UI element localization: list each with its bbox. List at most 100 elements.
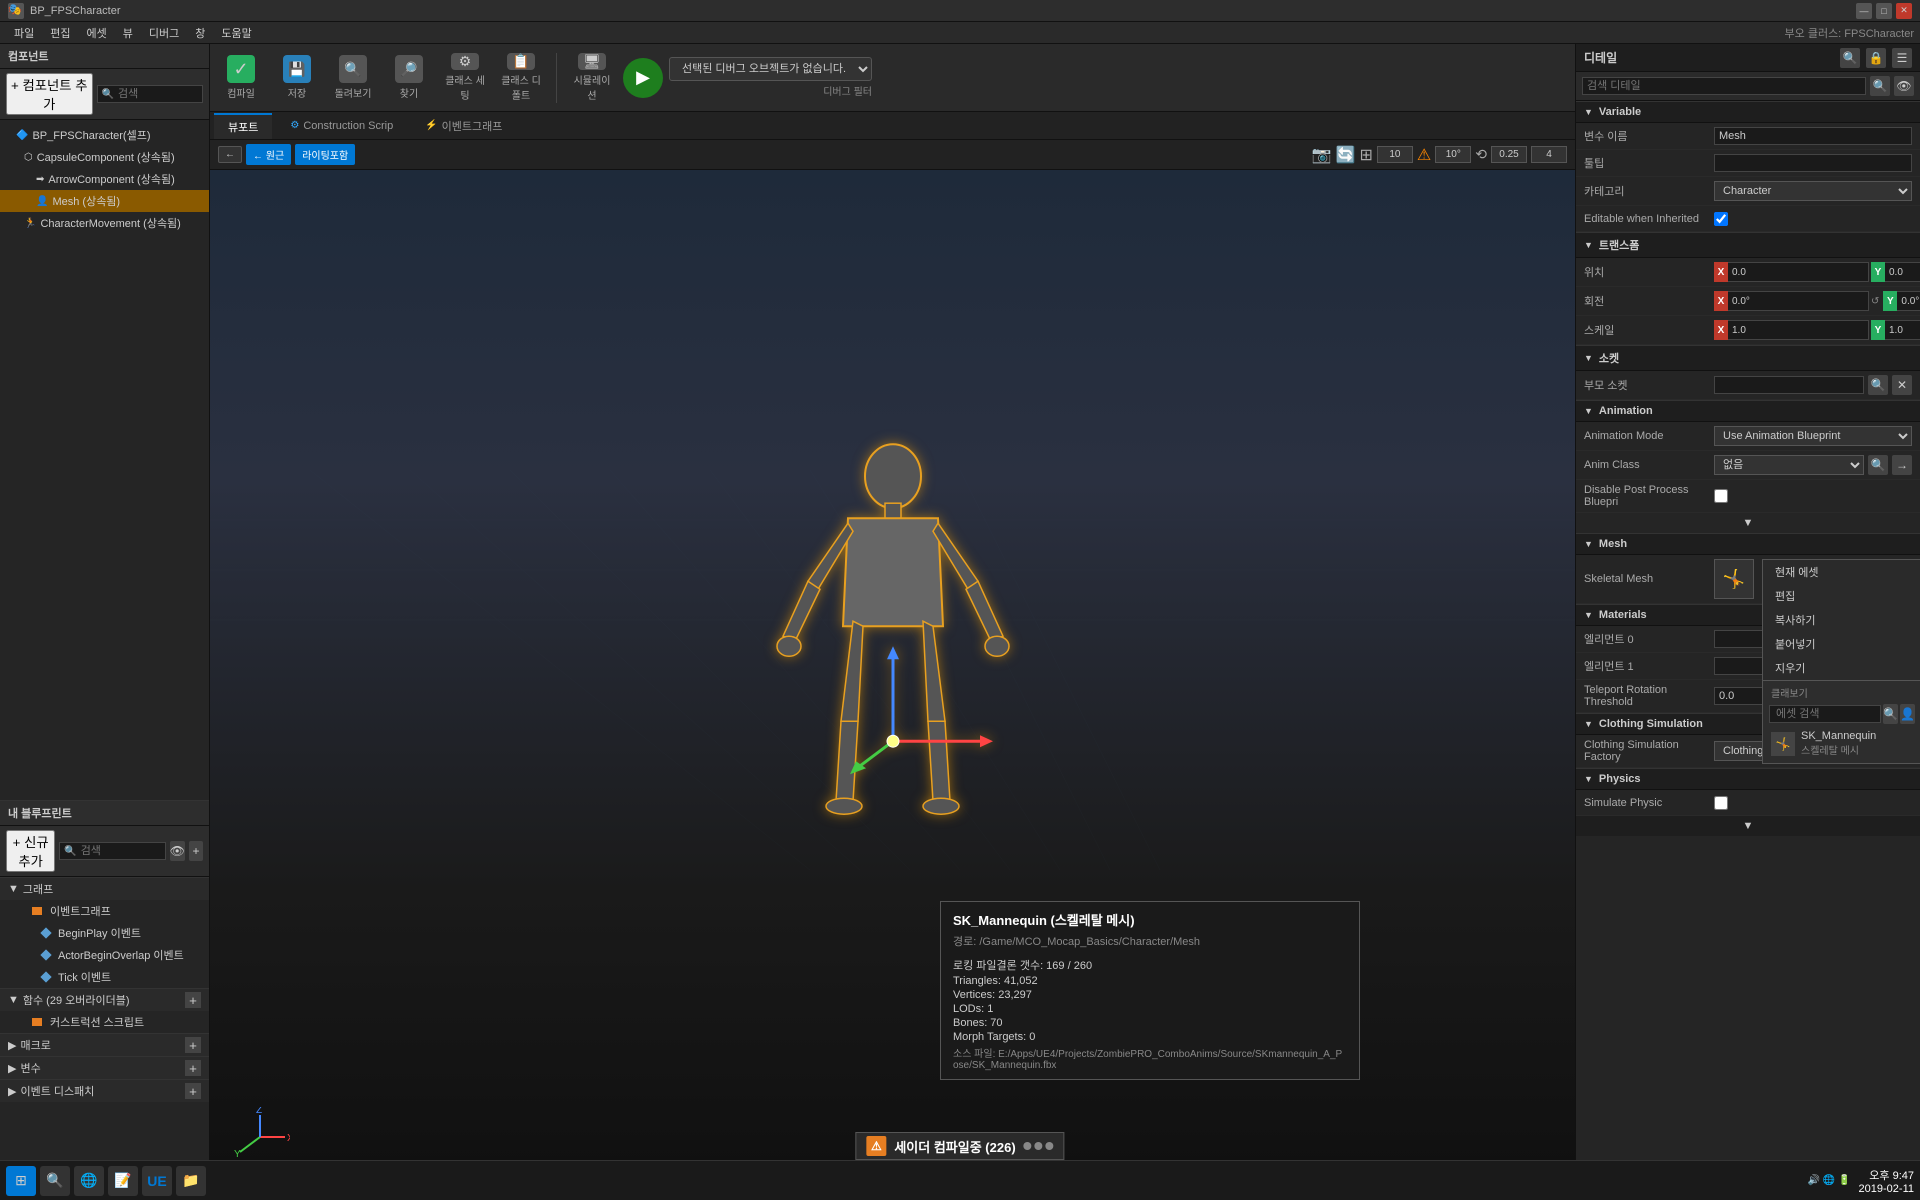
eye-icon[interactable]: 👁 bbox=[170, 841, 185, 861]
simulate-physics-checkbox[interactable] bbox=[1714, 796, 1728, 810]
start-button[interactable]: ⊞ bbox=[6, 1166, 36, 1196]
component-arrow[interactable]: ➡ ArrowComponent (상속됨) bbox=[0, 168, 209, 190]
construction-script-item[interactable]: 커스트럭션 스크립트 bbox=[12, 1011, 209, 1033]
play-button[interactable]: ▶ bbox=[623, 58, 663, 98]
details-search-input[interactable] bbox=[1582, 77, 1866, 95]
save-button[interactable]: 💾 저장 bbox=[272, 50, 322, 106]
close-button[interactable]: ✕ bbox=[1896, 3, 1912, 19]
return-btn[interactable]: ← bbox=[218, 146, 242, 163]
variable-section[interactable]: ▼ Variable bbox=[1576, 101, 1920, 123]
component-self[interactable]: 🔷 BP_FPSCharacter(셀프) bbox=[0, 124, 209, 146]
menu-help[interactable]: 도움말 bbox=[213, 23, 259, 43]
functions-section-header[interactable]: ▼ 함수 (29 오버라이더블) + bbox=[0, 988, 209, 1011]
taskbar-visual-studio[interactable]: 📝 bbox=[108, 1166, 138, 1196]
add-plus-icon[interactable]: + bbox=[189, 841, 203, 861]
scale-input[interactable] bbox=[1491, 146, 1527, 163]
editable-checkbox[interactable] bbox=[1714, 212, 1728, 226]
minimize-button[interactable]: — bbox=[1856, 3, 1872, 19]
details-menu-icon[interactable]: ☰ bbox=[1892, 48, 1912, 68]
asset-result-sk-mannequin[interactable]: 🤸 SK_Mannequin 스켈레탈 메시 bbox=[1765, 726, 1919, 761]
details-lock-icon[interactable]: 🔒 bbox=[1866, 48, 1886, 68]
menu-debug[interactable]: 디버그 bbox=[141, 23, 187, 43]
class-settings-button[interactable]: ⚙ 클래스 세팅 bbox=[440, 50, 490, 106]
physics-section[interactable]: ▼ Physics bbox=[1576, 768, 1920, 790]
add-variable-button[interactable]: + bbox=[185, 1060, 201, 1076]
event-graph-item[interactable]: 이벤트그래프 bbox=[12, 900, 209, 922]
parent-socket-input[interactable] bbox=[1714, 376, 1864, 394]
tick-item[interactable]: Tick 이벤트 bbox=[12, 966, 209, 988]
asset-user-btn[interactable]: 👤 bbox=[1900, 704, 1915, 724]
socket-section[interactable]: ▼ 소켓 bbox=[1576, 345, 1920, 371]
tab-construction-script[interactable]: ⚙ Construction Scrip bbox=[276, 116, 407, 136]
dropdown-copy[interactable]: 복사하기 bbox=[1763, 608, 1920, 632]
details-search-submit[interactable]: 🔍 bbox=[1870, 76, 1890, 96]
search-taskbar-btn[interactable]: 🔍 bbox=[40, 1166, 70, 1196]
scroll-down-indicator[interactable]: ▼ bbox=[1576, 816, 1920, 836]
taskbar-chrome[interactable]: 🌐 bbox=[74, 1166, 104, 1196]
animation-section[interactable]: ▼ Animation bbox=[1576, 400, 1920, 422]
tab-event-graph[interactable]: ⚡ 이벤트그래프 bbox=[411, 114, 516, 138]
blueprint-search-input[interactable] bbox=[81, 845, 161, 857]
menu-file[interactable]: 파일 bbox=[6, 23, 42, 43]
socket-clear-btn[interactable]: ✕ bbox=[1892, 375, 1912, 395]
pos-y-input[interactable] bbox=[1885, 262, 1920, 282]
anim-mode-select[interactable]: Use Animation Blueprint bbox=[1714, 426, 1912, 446]
menu-view[interactable]: 뷰 bbox=[115, 23, 141, 43]
component-movement[interactable]: 🏃 CharacterMovement (상속됨) bbox=[0, 212, 209, 234]
scale-x-input[interactable] bbox=[1728, 320, 1869, 340]
mesh-section[interactable]: ▼ Mesh bbox=[1576, 533, 1920, 555]
menu-edit[interactable]: 편집 bbox=[42, 23, 78, 43]
component-mesh[interactable]: 👤 Mesh (상속됨) bbox=[0, 190, 209, 212]
transform-section[interactable]: ▼ 트랜스폼 bbox=[1576, 232, 1920, 258]
add-function-button[interactable]: + bbox=[185, 992, 201, 1008]
tab-viewport[interactable]: 뷰포트 bbox=[214, 113, 272, 139]
taskbar-explorer[interactable]: 📁 bbox=[176, 1166, 206, 1196]
compile-button[interactable]: ✓ 컴파일 bbox=[216, 50, 266, 106]
screen-num-input[interactable] bbox=[1531, 146, 1567, 163]
details-eye-icon[interactable]: 👁 bbox=[1894, 76, 1914, 96]
variable-name-input[interactable] bbox=[1714, 127, 1912, 145]
class-defaults-button[interactable]: 📋 클래스 디폴트 bbox=[496, 50, 546, 106]
grid-size-input[interactable] bbox=[1377, 146, 1413, 163]
browse-button[interactable]: 🔍 돌려보기 bbox=[328, 50, 378, 106]
overlap-item[interactable]: ActorBeginOverlap 이벤트 bbox=[12, 944, 209, 966]
lighting-btn[interactable]: 라이팅포함 bbox=[295, 144, 355, 165]
begin-play-item[interactable]: BeginPlay 이벤트 bbox=[12, 922, 209, 944]
dropdown-edit[interactable]: 편집 bbox=[1763, 584, 1920, 608]
taskbar-ue4[interactable]: UE bbox=[142, 1166, 172, 1196]
menu-asset[interactable]: 에셋 bbox=[79, 23, 115, 43]
dropdown-paste[interactable]: 붙어넣기 bbox=[1763, 632, 1920, 656]
rot-x-reset[interactable]: ↺ bbox=[1869, 296, 1881, 307]
dropdown-clear[interactable]: 지우기 bbox=[1763, 656, 1920, 680]
add-dispatcher-button[interactable]: + bbox=[185, 1083, 201, 1099]
graph-section-header[interactable]: ▼ 그래프 bbox=[0, 877, 209, 900]
add-new-button[interactable]: + 신규 추가 bbox=[6, 830, 55, 872]
anim-class-search-btn[interactable]: 🔍 bbox=[1868, 455, 1888, 475]
viewport-3d[interactable]: X Y Z bbox=[210, 170, 1575, 1200]
pos-x-input[interactable] bbox=[1728, 262, 1869, 282]
tooltip-input[interactable] bbox=[1714, 154, 1912, 172]
rot-y-input[interactable] bbox=[1897, 291, 1920, 311]
component-search-input[interactable] bbox=[118, 88, 198, 100]
rot-x-input[interactable] bbox=[1728, 291, 1869, 311]
maximize-button[interactable]: □ bbox=[1876, 3, 1892, 19]
asset-search-input[interactable] bbox=[1769, 705, 1881, 723]
socket-search-btn[interactable]: 🔍 bbox=[1868, 375, 1888, 395]
perspective-btn[interactable]: ← 원근 bbox=[246, 144, 291, 165]
rot-input[interactable] bbox=[1435, 146, 1471, 163]
anim-class-select[interactable]: 없음 bbox=[1714, 455, 1864, 475]
anim-expand-row[interactable]: ▼ bbox=[1576, 513, 1920, 533]
menu-window[interactable]: 창 bbox=[187, 23, 213, 43]
find-button[interactable]: 🔎 찾기 bbox=[384, 50, 434, 106]
category-select[interactable]: Character bbox=[1714, 181, 1912, 201]
component-capsule[interactable]: ⬡ CapsuleComponent (상속됨) bbox=[0, 146, 209, 168]
debug-selector[interactable]: 선택된 디버그 오브젝트가 없습니다. bbox=[669, 57, 872, 81]
add-macro-button[interactable]: + bbox=[185, 1037, 201, 1053]
add-component-button[interactable]: + 컴포넌트 추가 bbox=[6, 73, 93, 115]
dropdown-current-asset[interactable]: 현재 에셋 bbox=[1763, 560, 1920, 584]
details-search-icon[interactable]: 🔍 bbox=[1840, 48, 1860, 68]
disable-postprocess-checkbox[interactable] bbox=[1714, 489, 1728, 503]
variables-section-header[interactable]: ▶ 변수 + bbox=[0, 1056, 209, 1079]
scale-y-input[interactable] bbox=[1885, 320, 1920, 340]
anim-class-arrow-btn[interactable]: → bbox=[1892, 455, 1912, 475]
